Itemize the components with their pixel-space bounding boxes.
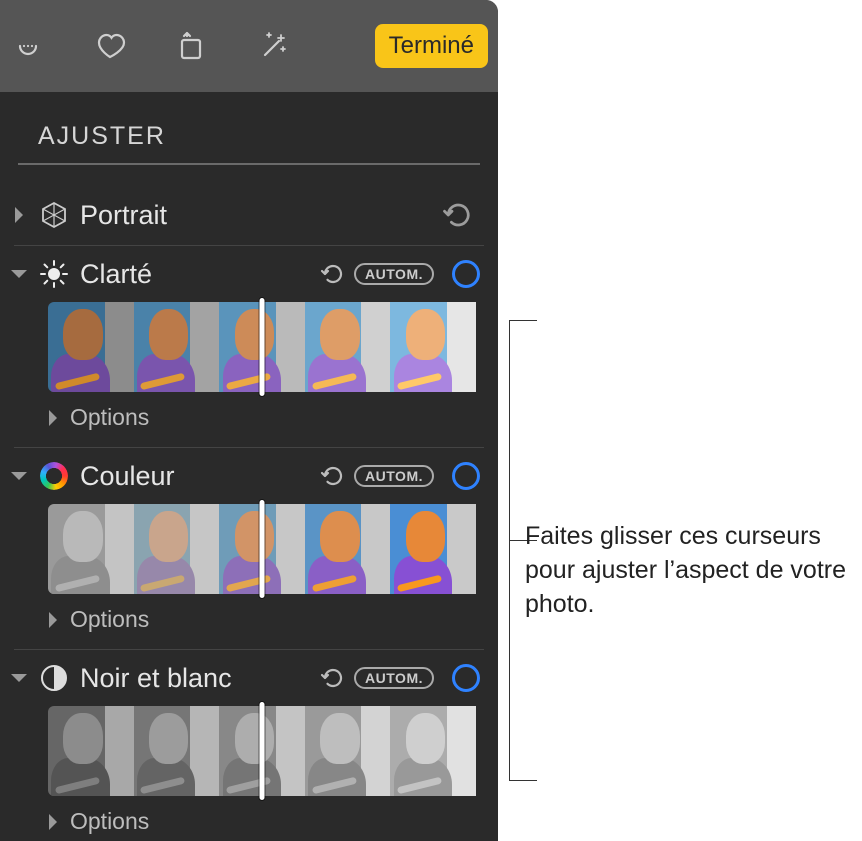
status-ring[interactable] (452, 462, 480, 490)
bw-header[interactable]: Noir et blanc AUTOM. (10, 656, 488, 702)
divider (14, 649, 484, 650)
thumbnail[interactable] (390, 504, 476, 594)
status-ring[interactable] (452, 260, 480, 288)
thumbnail[interactable] (305, 302, 391, 392)
auto-button[interactable]: AUTOM. (354, 667, 434, 689)
light-section: Clarté AUTOM. Options (10, 252, 488, 448)
auto-button[interactable]: AUTOM. (354, 263, 434, 285)
slider-handle[interactable] (260, 500, 265, 598)
bw-label: Noir et blanc (80, 663, 310, 694)
divider (14, 245, 484, 246)
bw-section: Noir et blanc AUTOM. Options (10, 656, 488, 841)
bw-icon (38, 662, 70, 694)
bw-slider[interactable] (48, 706, 476, 796)
light-icon (38, 258, 70, 290)
divider (18, 163, 480, 165)
portrait-icon (38, 199, 70, 231)
light-slider[interactable] (48, 302, 476, 392)
light-header[interactable]: Clarté AUTOM. (10, 252, 488, 298)
thumbnail[interactable] (305, 504, 391, 594)
panel-body: AJUSTER Portrait (0, 92, 498, 841)
callout-tick (509, 780, 537, 781)
light-options[interactable]: Options (10, 396, 488, 441)
color-label: Couleur (80, 461, 310, 492)
slider-handle[interactable] (260, 702, 265, 800)
thumbnail[interactable] (390, 302, 476, 392)
thumbnail[interactable] (134, 706, 220, 796)
thumbnail[interactable] (134, 302, 220, 392)
chevron-down-icon (9, 467, 29, 485)
color-slider[interactable] (48, 504, 476, 594)
color-header[interactable]: Couleur AUTOM. (10, 454, 488, 500)
color-section: Couleur AUTOM. Options (10, 454, 488, 650)
callout-tick (509, 320, 537, 321)
thumbnail[interactable] (390, 706, 476, 796)
auto-button[interactable]: AUTOM. (354, 465, 434, 487)
undo-icon[interactable] (442, 200, 472, 230)
chevron-down-icon (9, 669, 29, 687)
favorite-icon[interactable] (90, 26, 130, 66)
thumbnail[interactable] (305, 706, 391, 796)
thumbnail[interactable] (48, 706, 134, 796)
chevron-right-icon (46, 610, 60, 630)
portrait-label: Portrait (80, 200, 432, 231)
callout-text: Faites glisser ces curseurs pour ajuster… (525, 520, 849, 621)
light-label: Clarté (80, 259, 310, 290)
portrait-section: Portrait (10, 193, 488, 246)
undo-icon[interactable] (320, 464, 344, 488)
undo-icon[interactable] (320, 666, 344, 690)
chevron-right-icon (46, 812, 60, 832)
portrait-header[interactable]: Portrait (10, 193, 488, 239)
bw-options[interactable]: Options (10, 800, 488, 841)
options-label: Options (70, 808, 149, 835)
more-icon[interactable] (8, 26, 48, 66)
color-options[interactable]: Options (10, 598, 488, 643)
divider (14, 447, 484, 448)
crop-rotate-icon[interactable] (172, 26, 212, 66)
undo-icon[interactable] (320, 262, 344, 286)
callout-line (509, 320, 510, 780)
chevron-right-icon (10, 205, 28, 225)
auto-enhance-icon[interactable] (254, 26, 294, 66)
options-label: Options (70, 606, 149, 633)
thumbnail[interactable] (48, 302, 134, 392)
toolbar: Terminé (0, 0, 498, 92)
options-label: Options (70, 404, 149, 431)
done-button[interactable]: Terminé (375, 24, 488, 68)
edit-panel: Terminé AJUSTER Portrait (0, 0, 498, 841)
status-ring[interactable] (452, 664, 480, 692)
thumbnail[interactable] (48, 504, 134, 594)
slider-handle[interactable] (260, 298, 265, 396)
panel-title: AJUSTER (10, 116, 488, 163)
chevron-down-icon (9, 265, 29, 283)
thumbnail[interactable] (134, 504, 220, 594)
chevron-right-icon (46, 408, 60, 428)
color-icon (38, 460, 70, 492)
